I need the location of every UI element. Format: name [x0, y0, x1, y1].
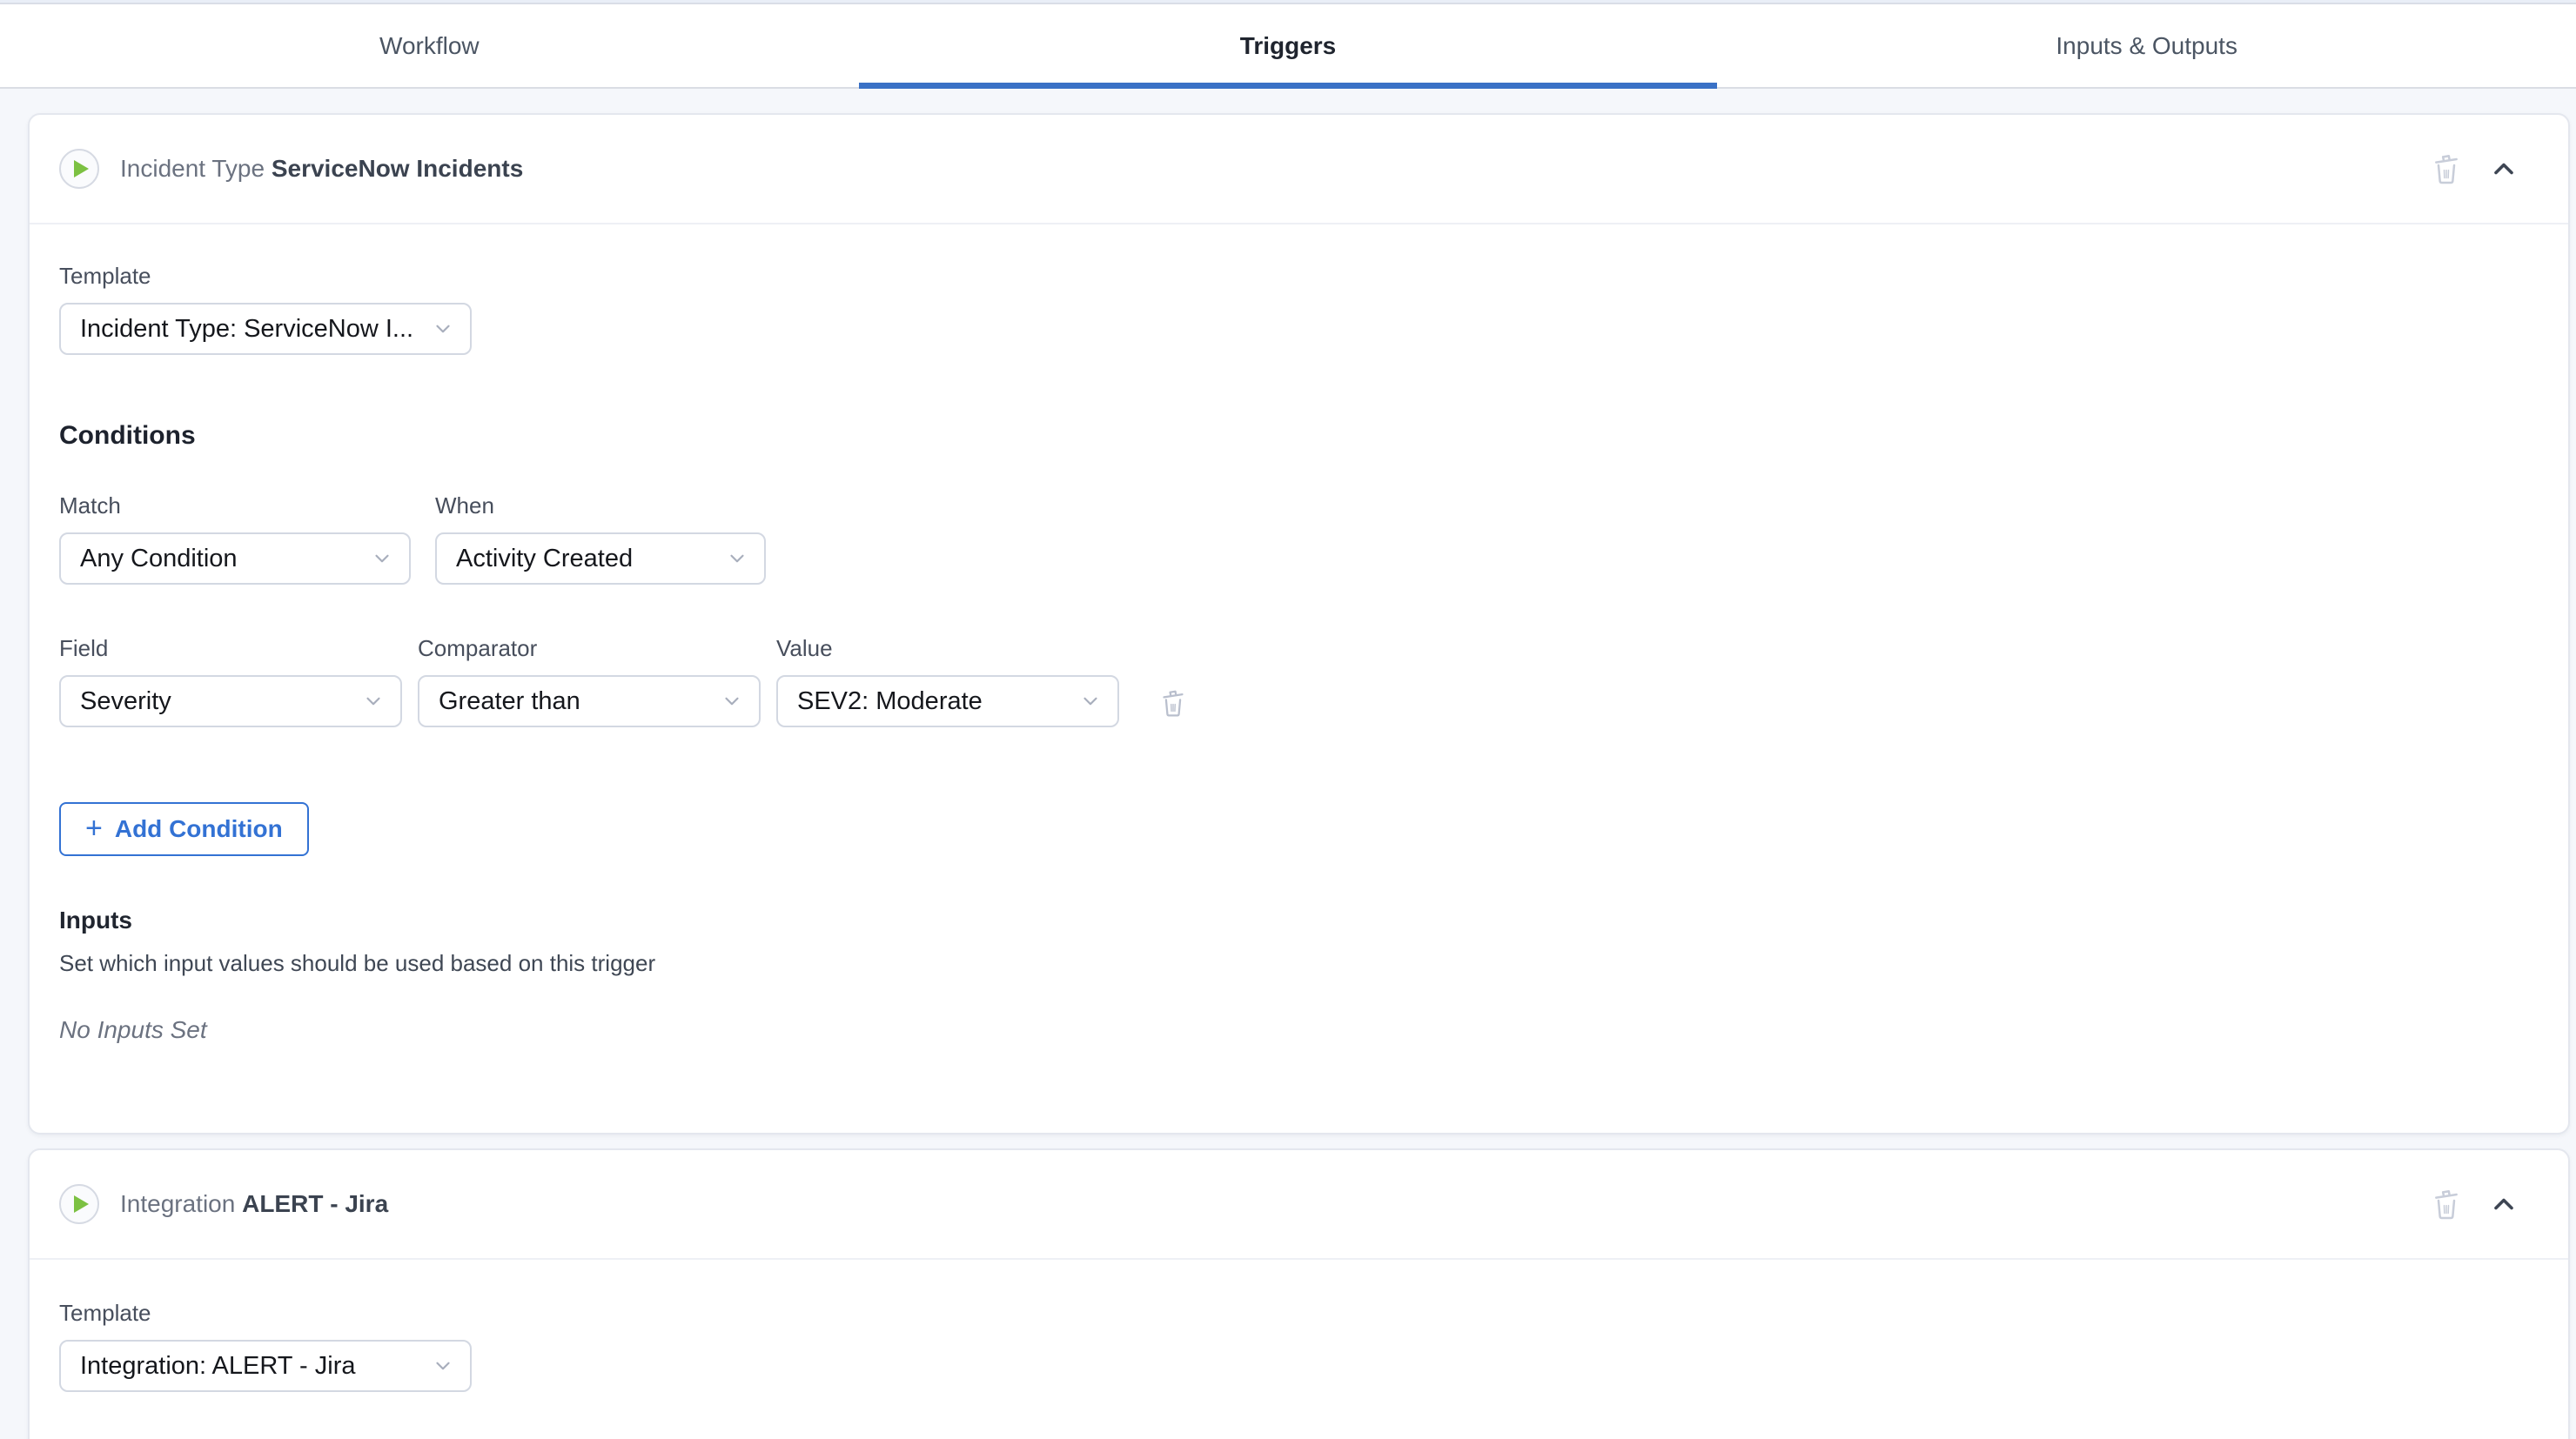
- comparator-label: Comparator: [418, 635, 761, 661]
- match-select-value: Any Condition: [80, 545, 238, 573]
- template-section: Template Integration: ALERT - Jira: [59, 1300, 2539, 1392]
- trigger-name: ALERT - Jira: [242, 1190, 388, 1217]
- value-select[interactable]: SEV2: Moderate: [776, 675, 1119, 727]
- field-column: Field Severity: [59, 635, 402, 727]
- play-triangle-icon: [74, 160, 89, 177]
- chevron-down-icon: [721, 690, 743, 713]
- template-select-value: Incident Type: ServiceNow I...: [80, 315, 413, 344]
- trigger-card-header[interactable]: Incident Type ServiceNow Incidents: [30, 115, 2568, 224]
- chevron-down-icon: [432, 1355, 454, 1377]
- field-select-value: Severity: [80, 687, 171, 716]
- conditions-heading: Conditions: [59, 421, 2539, 451]
- match-select[interactable]: Any Condition: [59, 532, 411, 585]
- inputs-description: Set which input values should be used ba…: [59, 950, 2539, 976]
- trigger-type-label: Integration: [120, 1190, 235, 1217]
- trigger-card-body: Template Incident Type: ServiceNow I... …: [30, 263, 2568, 1133]
- chevron-down-icon: [726, 547, 748, 570]
- value-select-value: SEV2: Moderate: [797, 687, 983, 716]
- value-label: Value: [776, 635, 1119, 661]
- trigger-title: Integration ALERT - Jira: [120, 1190, 388, 1218]
- chevron-down-icon: [371, 547, 393, 570]
- value-column: Value SEV2: Moderate: [776, 635, 1119, 727]
- delete-trigger-button[interactable]: [2429, 1187, 2464, 1221]
- chevron-up-icon: [2488, 1188, 2519, 1220]
- add-condition-label: Add Condition: [115, 815, 283, 843]
- template-label: Template: [59, 1300, 2539, 1326]
- trigger-title: Incident Type ServiceNow Incidents: [120, 155, 523, 183]
- trigger-play-icon: [59, 149, 99, 189]
- triggers-panel: Incident Type ServiceNow Incidents: [0, 89, 2576, 1439]
- delete-trigger-button[interactable]: [2429, 151, 2464, 186]
- chevron-down-icon: [362, 690, 385, 713]
- collapse-trigger-button[interactable]: [2488, 1188, 2519, 1220]
- trash-icon: [2429, 1187, 2464, 1221]
- trash-icon: [1157, 687, 1189, 719]
- collapse-trigger-button[interactable]: [2488, 153, 2519, 184]
- when-select[interactable]: Activity Created: [435, 532, 766, 585]
- trigger-name: ServiceNow Incidents: [272, 155, 523, 182]
- play-triangle-icon: [74, 1195, 89, 1213]
- delete-condition-button[interactable]: [1157, 687, 1189, 719]
- trigger-card-header[interactable]: Integration ALERT - Jira: [30, 1150, 2568, 1260]
- template-select-value: Integration: ALERT - Jira: [80, 1352, 355, 1381]
- match-label: Match: [59, 492, 411, 519]
- chevron-up-icon: [2488, 153, 2519, 184]
- chevron-down-icon: [432, 318, 454, 340]
- trigger-card-body: Template Integration: ALERT - Jira: [30, 1300, 2568, 1439]
- chevron-down-icon: [1079, 690, 1102, 713]
- template-select[interactable]: Integration: ALERT - Jira: [59, 1340, 472, 1392]
- template-label: Template: [59, 263, 2539, 289]
- when-label: When: [435, 492, 766, 519]
- conditions-match-row: Match Any Condition When Activity Create…: [59, 492, 2539, 585]
- field-select[interactable]: Severity: [59, 675, 402, 727]
- workflow-tab-bar: Workflow Triggers Inputs & Outputs: [0, 4, 2576, 89]
- tab-workflow[interactable]: Workflow: [0, 4, 859, 87]
- condition-row: Field Severity Comparator Greater than: [59, 635, 2539, 727]
- trash-icon: [2429, 151, 2464, 186]
- template-section: Template Incident Type: ServiceNow I...: [59, 263, 2539, 355]
- trigger-type-label: Incident Type: [120, 155, 265, 182]
- when-column: When Activity Created: [435, 492, 766, 585]
- add-condition-button[interactable]: + Add Condition: [59, 802, 309, 856]
- comparator-select[interactable]: Greater than: [418, 675, 761, 727]
- when-select-value: Activity Created: [456, 545, 633, 573]
- tab-inputs-outputs[interactable]: Inputs & Outputs: [1717, 4, 2576, 87]
- trigger-play-icon: [59, 1184, 99, 1224]
- comparator-column: Comparator Greater than: [418, 635, 761, 727]
- inputs-heading: Inputs: [59, 907, 2539, 934]
- comparator-select-value: Greater than: [439, 687, 580, 716]
- tab-triggers[interactable]: Triggers: [859, 4, 1718, 87]
- field-label: Field: [59, 635, 402, 661]
- template-select[interactable]: Incident Type: ServiceNow I...: [59, 303, 472, 355]
- inputs-empty-state: No Inputs Set: [59, 1016, 2539, 1133]
- plus-icon: +: [85, 813, 103, 843]
- match-column: Match Any Condition: [59, 492, 411, 585]
- trigger-card-servicenow: Incident Type ServiceNow Incidents: [28, 113, 2570, 1134]
- trigger-card-jira: Integration ALERT - Jira: [28, 1148, 2570, 1439]
